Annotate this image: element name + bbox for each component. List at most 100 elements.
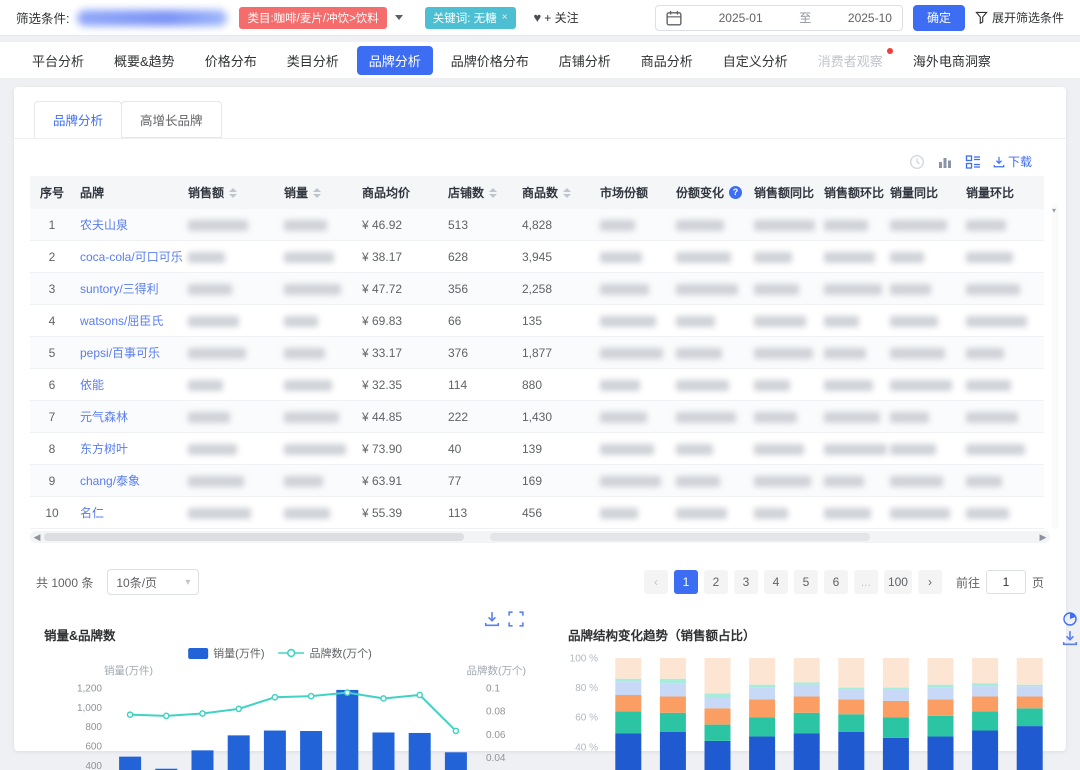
scroll-left-arrow[interactable]: ◀ bbox=[30, 532, 44, 543]
vertical-scrollbar[interactable]: ▾ bbox=[1052, 176, 1060, 529]
sort-icon[interactable] bbox=[489, 188, 497, 198]
brand-link[interactable]: 农夫山泉 bbox=[80, 218, 128, 232]
brand-link[interactable]: pepsi/百事可乐 bbox=[80, 346, 160, 360]
download-button[interactable]: 下载 bbox=[993, 153, 1032, 170]
horizontal-scrollbar[interactable]: ◀ ▶ bbox=[30, 531, 1050, 543]
nav-tab[interactable]: 类目分析 bbox=[275, 46, 351, 75]
prev-page-button[interactable]: ‹ bbox=[644, 570, 668, 594]
svg-text:400: 400 bbox=[85, 761, 102, 770]
scroll-right-arrow[interactable]: ▶ bbox=[1036, 532, 1050, 543]
products-cell: 139 bbox=[516, 433, 594, 465]
redacted-cell bbox=[278, 337, 356, 369]
calendar-icon bbox=[666, 10, 682, 26]
fullscreen-icon[interactable] bbox=[508, 611, 524, 627]
filter-bar: 筛选条件: 类目:咖啡/麦片/冲饮>饮料 关键词: 无糖 × ♥ + 关注 20… bbox=[0, 0, 1080, 36]
redacted-value bbox=[754, 412, 797, 423]
rank-cell: 3 bbox=[30, 273, 74, 305]
chevron-down-icon[interactable] bbox=[395, 15, 403, 20]
nav-tab[interactable]: 商品分析 bbox=[629, 46, 705, 75]
brand-link[interactable]: suntory/三得利 bbox=[80, 282, 159, 296]
page-size-select[interactable]: 10条/页 ▾ bbox=[107, 569, 199, 595]
brand-cell: watsons/屈臣氏 bbox=[74, 305, 182, 337]
more-pages[interactable]: ... bbox=[854, 570, 878, 594]
brand-link[interactable]: 名仁 bbox=[80, 506, 104, 520]
redacted-cell bbox=[884, 497, 960, 529]
svg-text:1,000: 1,000 bbox=[77, 703, 102, 714]
nav-tab[interactable]: 消费者观察 bbox=[806, 46, 895, 75]
legend-label[interactable]: 品牌数(万个) bbox=[310, 645, 372, 661]
nav-tab[interactable]: 品牌分析 bbox=[357, 46, 433, 75]
nav-tab[interactable]: 店铺分析 bbox=[547, 46, 623, 75]
page-button[interactable]: 100 bbox=[884, 570, 912, 594]
nav-tab[interactable]: 自定义分析 bbox=[711, 46, 800, 75]
nav-tab[interactable]: 价格分布 bbox=[193, 46, 269, 75]
page-button[interactable]: 5 bbox=[794, 570, 818, 594]
redacted-value bbox=[966, 380, 1011, 391]
redacted-value bbox=[824, 348, 866, 359]
brand-link[interactable]: 依能 bbox=[80, 378, 104, 392]
table-view-icon[interactable] bbox=[965, 154, 981, 170]
download-icon[interactable] bbox=[484, 611, 500, 627]
brand-link[interactable]: 东方树叶 bbox=[80, 442, 128, 456]
redacted-value bbox=[754, 380, 790, 391]
redacted-cell bbox=[818, 273, 884, 305]
nav-tab[interactable]: 海外电商洞察 bbox=[901, 46, 1003, 75]
page-button[interactable]: 6 bbox=[824, 570, 848, 594]
column-header[interactable]: 商品数 bbox=[516, 176, 594, 209]
sort-icon[interactable] bbox=[563, 188, 571, 198]
brand-link[interactable]: 元气森林 bbox=[80, 410, 128, 424]
rank-cell: 1 bbox=[30, 209, 74, 241]
follow-button[interactable]: ♥ + 关注 bbox=[534, 9, 579, 26]
bar-chart-icon[interactable] bbox=[937, 154, 953, 170]
redacted-value bbox=[754, 316, 806, 327]
confirm-button[interactable]: 确定 bbox=[913, 5, 965, 31]
redacted-value bbox=[676, 284, 738, 295]
redacted-value bbox=[600, 252, 642, 263]
nav-tab[interactable]: 平台分析 bbox=[20, 46, 96, 75]
page-button[interactable]: 4 bbox=[764, 570, 788, 594]
scrollbar-thumb[interactable] bbox=[44, 533, 464, 541]
sort-icon[interactable] bbox=[313, 188, 321, 198]
next-page-button[interactable]: › bbox=[918, 570, 942, 594]
brand-link[interactable]: watsons/屈臣氏 bbox=[80, 314, 163, 328]
redacted-value bbox=[188, 380, 223, 391]
page-button[interactable]: 3 bbox=[734, 570, 758, 594]
rank-cell: 6 bbox=[30, 369, 74, 401]
column-header[interactable]: 销量 bbox=[278, 176, 356, 209]
download-icon[interactable] bbox=[1062, 630, 1078, 646]
page-button[interactable]: 1 bbox=[674, 570, 698, 594]
legend-label[interactable]: 销量(万件) bbox=[213, 645, 264, 661]
page-button[interactable]: 2 bbox=[704, 570, 728, 594]
goto-page-input[interactable] bbox=[986, 570, 1026, 594]
clock-icon[interactable] bbox=[909, 154, 925, 170]
pie-chart-icon[interactable] bbox=[1062, 611, 1078, 627]
redacted-value bbox=[824, 252, 875, 263]
goto-page: 前往 页 bbox=[956, 570, 1044, 594]
column-header[interactable]: 销售额 bbox=[182, 176, 278, 209]
sort-icon[interactable] bbox=[229, 188, 237, 198]
brand-link[interactable]: chang/泰象 bbox=[80, 474, 140, 488]
category-filter-tag[interactable]: 类目:咖啡/麦片/冲饮>饮料 bbox=[239, 7, 386, 29]
expand-filters-button[interactable]: 展开筛选条件 bbox=[975, 9, 1064, 26]
date-start[interactable]: 2025-01 bbox=[719, 11, 763, 25]
keyword-filter-tag[interactable]: 关键词: 无糖 × bbox=[425, 7, 516, 29]
table-row: 9chang/泰象¥ 63.9177169 bbox=[30, 465, 1044, 497]
redacted-cell bbox=[960, 401, 1044, 433]
help-icon[interactable]: ? bbox=[729, 186, 742, 199]
tab-high-growth-brands[interactable]: 高增长品牌 bbox=[121, 101, 222, 138]
brand-cell: 元气森林 bbox=[74, 401, 182, 433]
chevron-down-icon: ▾ bbox=[185, 577, 190, 588]
tab-brand-analysis[interactable]: 品牌分析 bbox=[34, 101, 122, 138]
redacted-value bbox=[754, 508, 788, 519]
redacted-cell bbox=[960, 209, 1044, 241]
brand-link[interactable]: coca-cola/可口可乐 bbox=[80, 250, 183, 264]
redacted-cell bbox=[594, 497, 670, 529]
date-range-picker[interactable]: 2025-01 至 2025-10 bbox=[655, 5, 903, 31]
close-icon[interactable]: × bbox=[502, 12, 508, 23]
nav-tab[interactable]: 品牌价格分布 bbox=[439, 46, 541, 75]
brand-cell: 东方树叶 bbox=[74, 433, 182, 465]
date-end[interactable]: 2025-10 bbox=[848, 11, 892, 25]
nav-tab[interactable]: 概要&趋势 bbox=[102, 46, 187, 75]
column-header[interactable]: 店铺数 bbox=[442, 176, 516, 209]
redacted-value bbox=[824, 412, 880, 423]
